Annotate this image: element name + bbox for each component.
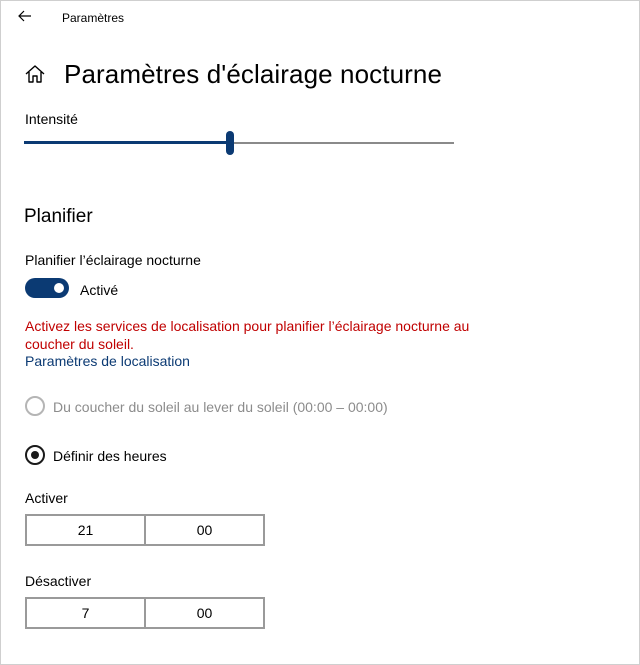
schedule-section-title: Planifier: [24, 206, 93, 227]
slider-fill: [24, 141, 230, 144]
app-title: Paramètres: [62, 11, 125, 25]
title-bar: Paramètres: [0, 0, 640, 34]
toggle-knob: [54, 283, 64, 293]
schedule-toggle-label: Planifier l’éclairage nocturne: [25, 252, 201, 268]
turn-on-time-picker[interactable]: 21 00: [25, 514, 265, 546]
turn-off-minute[interactable]: 00: [144, 599, 263, 627]
turn-off-time-picker[interactable]: 7 00: [25, 597, 265, 629]
home-icon[interactable]: [24, 63, 46, 85]
location-settings-link[interactable]: Paramètres de localisation: [25, 353, 190, 369]
arrow-left-icon: [18, 10, 31, 22]
slider-thumb[interactable]: [226, 131, 234, 155]
radio-set-hours-label: Définir des heures: [53, 448, 167, 464]
schedule-toggle[interactable]: [25, 278, 69, 298]
radio-sunset-label: Du coucher du soleil au lever du soleil …: [53, 399, 388, 415]
radio-set-hours[interactable]: [25, 445, 45, 465]
back-button[interactable]: [14, 6, 36, 26]
intensity-slider[interactable]: [24, 128, 454, 158]
radio-dot: [31, 451, 39, 459]
toggle-state-label: Activé: [80, 282, 119, 298]
radio-sunset-to-sunrise[interactable]: [25, 396, 45, 416]
turn-on-hour[interactable]: 21: [27, 516, 144, 544]
turn-on-label: Activer: [25, 490, 68, 506]
page-title: Paramètres d'éclairage nocturne: [64, 58, 443, 89]
location-warning: Activez les services de localisation pou…: [25, 318, 470, 352]
turn-on-minute[interactable]: 00: [144, 516, 263, 544]
turn-off-label: Désactiver: [25, 573, 92, 589]
page-header: Paramètres d'éclairage nocturne: [24, 56, 442, 92]
intensity-label: Intensité: [25, 111, 78, 127]
turn-off-hour[interactable]: 7: [27, 599, 144, 627]
